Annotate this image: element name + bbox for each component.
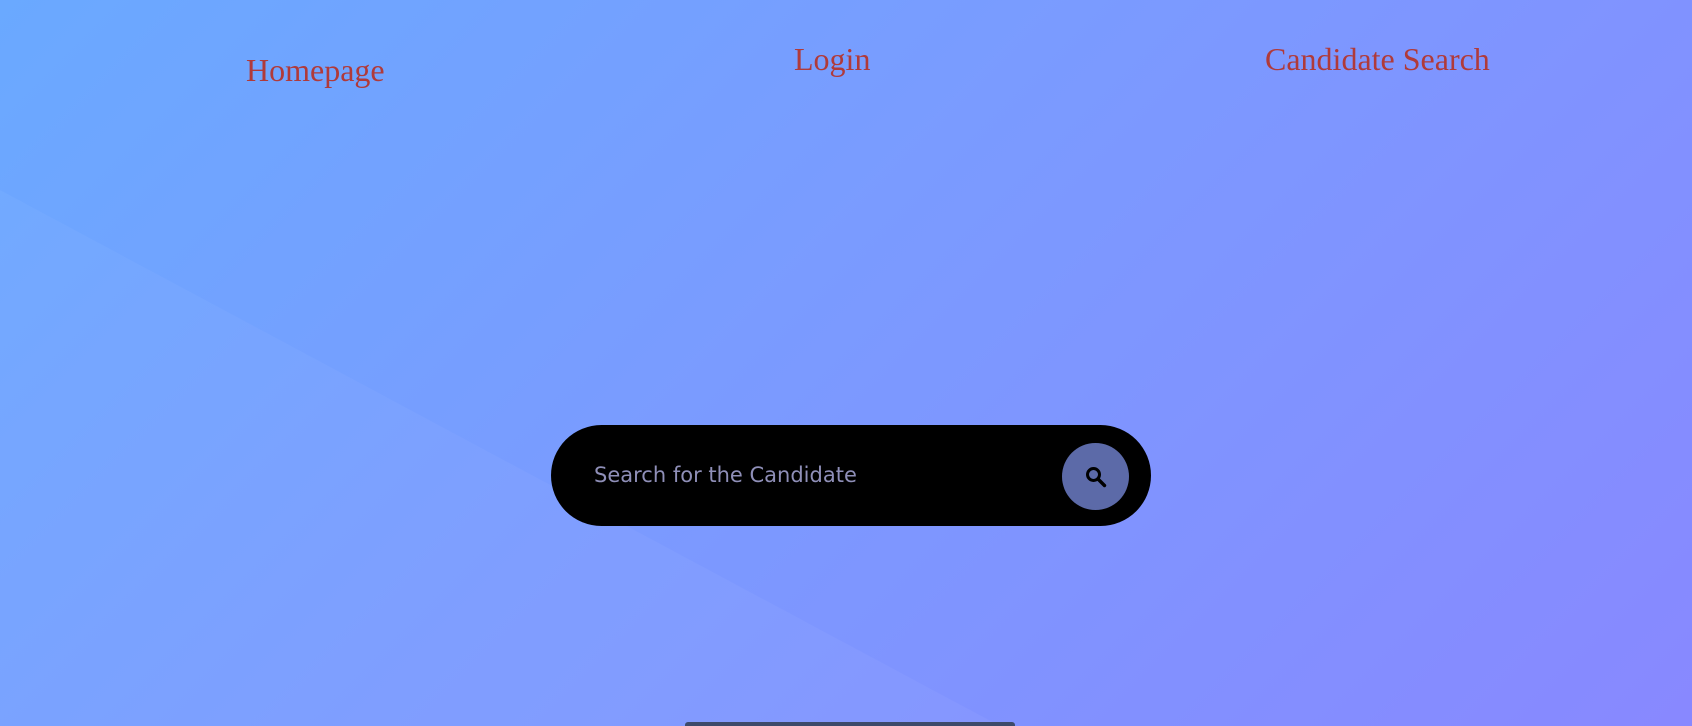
bottom-edge-handle (685, 722, 1015, 726)
nav-link-candidate-search[interactable]: Candidate Search (1265, 43, 1490, 75)
nav-link-homepage[interactable]: Homepage (246, 54, 385, 86)
search-icon (1085, 466, 1106, 487)
candidate-search-input[interactable] (594, 455, 1054, 495)
search-button[interactable] (1062, 443, 1129, 510)
background-diagonal-shade (0, 190, 1000, 726)
candidate-search-bar (551, 425, 1151, 526)
nav-link-login[interactable]: Login (794, 43, 870, 75)
